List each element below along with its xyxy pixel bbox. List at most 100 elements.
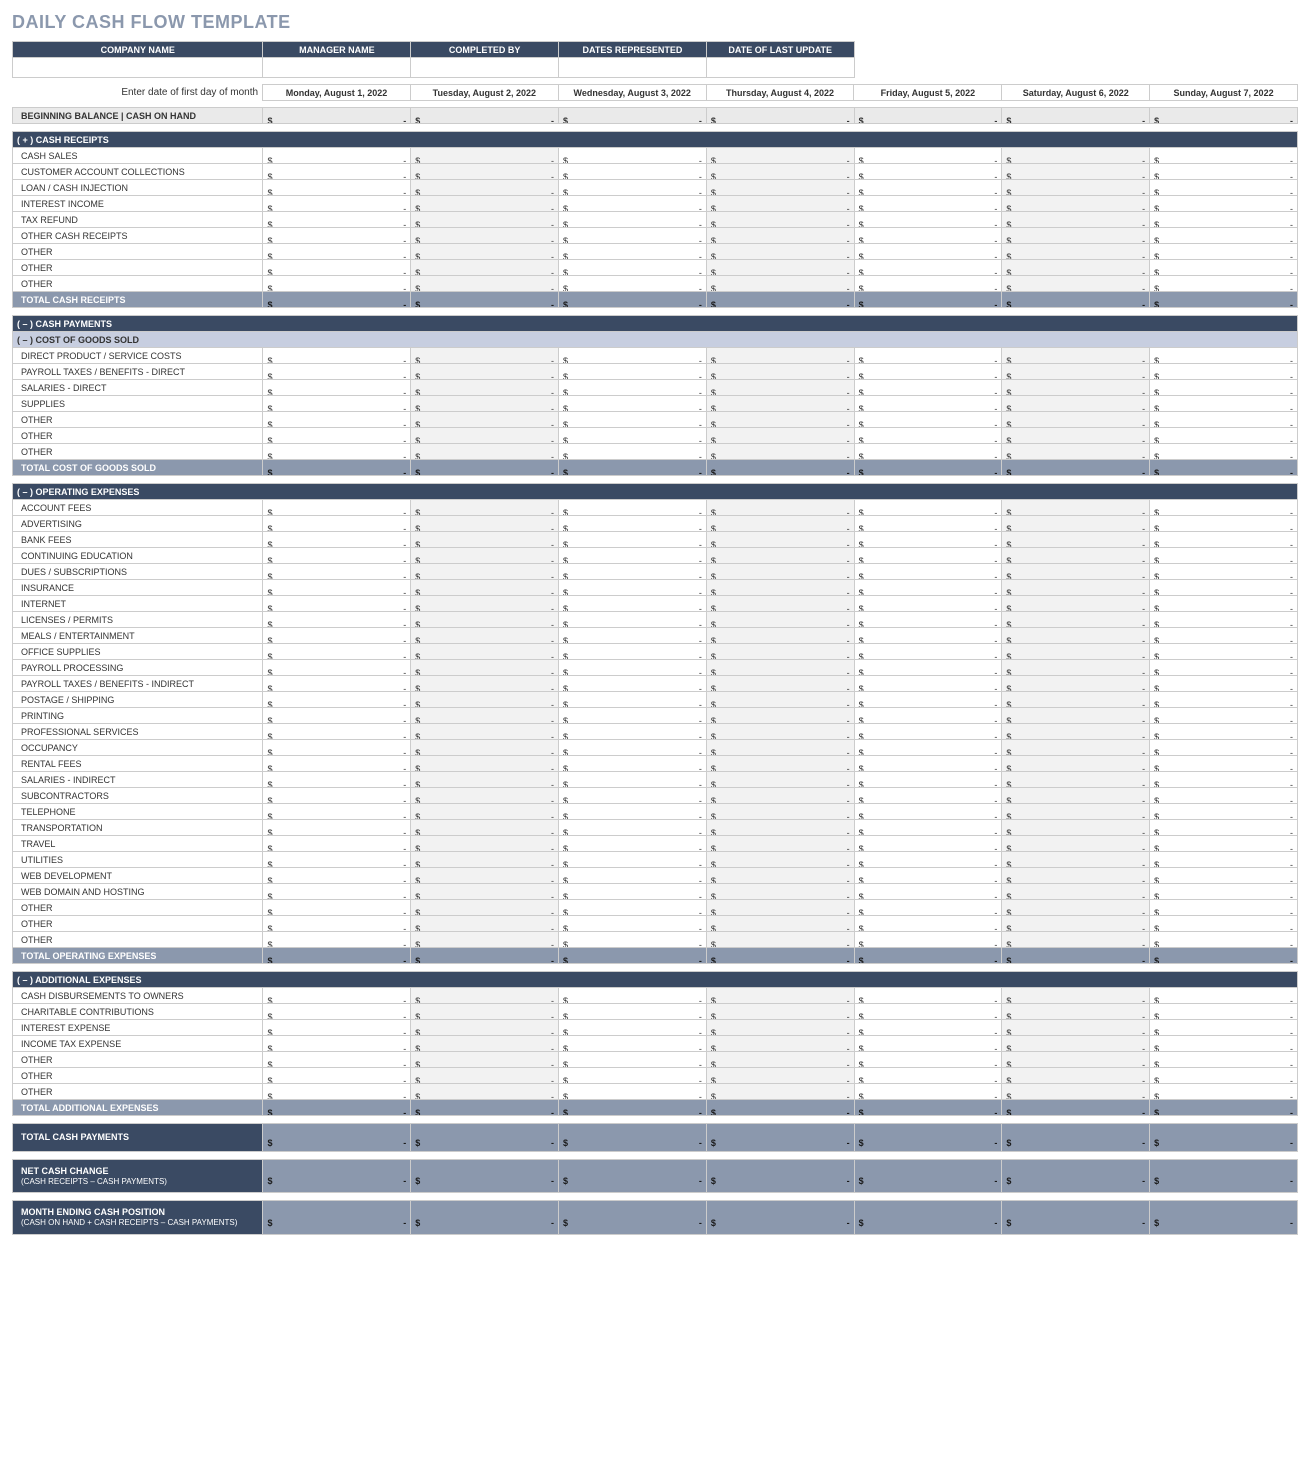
money-cell[interactable]: $- bbox=[854, 1052, 1002, 1068]
money-cell[interactable]: $- bbox=[263, 708, 411, 724]
money-cell[interactable]: $- bbox=[706, 756, 854, 772]
money-cell[interactable]: $- bbox=[411, 836, 559, 852]
money-cell[interactable]: $- bbox=[411, 260, 559, 276]
money-cell[interactable]: $- bbox=[263, 1052, 411, 1068]
money-cell[interactable]: $- bbox=[1150, 228, 1298, 244]
money-cell[interactable]: $- bbox=[263, 1084, 411, 1100]
money-cell[interactable]: $- bbox=[559, 1084, 707, 1100]
money-cell[interactable]: $- bbox=[1002, 564, 1150, 580]
money-cell[interactable]: $- bbox=[854, 260, 1002, 276]
info-input[interactable] bbox=[706, 58, 854, 78]
money-cell[interactable]: $- bbox=[559, 820, 707, 836]
money-cell[interactable]: $- bbox=[1002, 612, 1150, 628]
money-cell[interactable]: $- bbox=[559, 660, 707, 676]
money-cell[interactable]: $- bbox=[1002, 196, 1150, 212]
money-cell[interactable]: $- bbox=[1150, 532, 1298, 548]
money-cell[interactable]: $- bbox=[854, 660, 1002, 676]
money-cell[interactable]: $- bbox=[411, 1084, 559, 1100]
money-cell[interactable]: $- bbox=[854, 516, 1002, 532]
money-cell[interactable]: $- bbox=[854, 868, 1002, 884]
money-cell[interactable]: $- bbox=[559, 444, 707, 460]
money-cell[interactable]: $- bbox=[1002, 756, 1150, 772]
money-cell[interactable]: $- bbox=[1150, 660, 1298, 676]
money-cell[interactable]: $- bbox=[1002, 516, 1150, 532]
money-cell[interactable]: $- bbox=[1002, 900, 1150, 916]
money-cell[interactable]: $- bbox=[263, 628, 411, 644]
date-header[interactable]: Sunday, August 7, 2022 bbox=[1150, 85, 1298, 101]
money-cell[interactable]: $- bbox=[706, 804, 854, 820]
money-cell[interactable]: $- bbox=[854, 444, 1002, 460]
money-cell[interactable]: $- bbox=[706, 1020, 854, 1036]
money-cell[interactable]: $- bbox=[411, 212, 559, 228]
money-cell[interactable]: $- bbox=[411, 868, 559, 884]
money-cell[interactable]: $- bbox=[706, 724, 854, 740]
money-cell[interactable]: $- bbox=[854, 740, 1002, 756]
money-cell[interactable]: $- bbox=[559, 596, 707, 612]
money-cell[interactable]: $- bbox=[559, 1004, 707, 1020]
money-cell[interactable]: $- bbox=[1002, 820, 1150, 836]
money-cell[interactable]: $- bbox=[411, 628, 559, 644]
money-cell[interactable]: $- bbox=[1150, 628, 1298, 644]
money-cell[interactable]: $- bbox=[706, 820, 854, 836]
money-cell[interactable]: $- bbox=[411, 1020, 559, 1036]
money-cell[interactable]: $- bbox=[706, 148, 854, 164]
money-cell[interactable]: $- bbox=[706, 836, 854, 852]
money-cell[interactable]: $- bbox=[559, 836, 707, 852]
money-cell[interactable]: $- bbox=[1150, 756, 1298, 772]
money-cell[interactable]: $- bbox=[706, 228, 854, 244]
money-cell[interactable]: $- bbox=[1150, 500, 1298, 516]
money-cell[interactable]: $- bbox=[706, 772, 854, 788]
money-cell[interactable]: $- bbox=[263, 1068, 411, 1084]
money-cell[interactable]: $- bbox=[411, 820, 559, 836]
money-cell[interactable]: $- bbox=[854, 988, 1002, 1004]
money-cell[interactable]: $- bbox=[559, 852, 707, 868]
date-header[interactable]: Monday, August 1, 2022 bbox=[263, 85, 411, 101]
money-cell[interactable]: $- bbox=[263, 212, 411, 228]
money-cell[interactable]: $- bbox=[559, 516, 707, 532]
money-cell[interactable]: $- bbox=[1150, 412, 1298, 428]
money-cell[interactable]: $- bbox=[411, 852, 559, 868]
money-cell[interactable]: $- bbox=[263, 772, 411, 788]
money-cell[interactable]: $- bbox=[263, 988, 411, 1004]
money-cell[interactable]: $- bbox=[411, 660, 559, 676]
money-cell[interactable]: $- bbox=[1150, 516, 1298, 532]
money-cell[interactable]: $- bbox=[559, 196, 707, 212]
money-cell[interactable]: $- bbox=[1150, 900, 1298, 916]
money-cell[interactable]: $- bbox=[263, 724, 411, 740]
money-cell[interactable]: $- bbox=[706, 244, 854, 260]
money-cell[interactable]: $- bbox=[1002, 692, 1150, 708]
money-cell[interactable]: $- bbox=[263, 868, 411, 884]
money-cell[interactable]: $- bbox=[263, 564, 411, 580]
money-cell[interactable]: $- bbox=[1150, 348, 1298, 364]
money-cell[interactable]: $- bbox=[411, 500, 559, 516]
money-cell[interactable]: $- bbox=[1150, 276, 1298, 292]
money-cell[interactable]: $- bbox=[1150, 724, 1298, 740]
money-cell[interactable]: $- bbox=[854, 596, 1002, 612]
money-cell[interactable]: $- bbox=[1150, 932, 1298, 948]
money-cell[interactable]: $- bbox=[854, 676, 1002, 692]
money-cell[interactable]: $- bbox=[411, 708, 559, 724]
money-cell[interactable]: $- bbox=[854, 196, 1002, 212]
money-cell[interactable]: $- bbox=[854, 212, 1002, 228]
money-cell[interactable]: $- bbox=[559, 212, 707, 228]
money-cell[interactable]: $- bbox=[1150, 988, 1298, 1004]
money-cell[interactable]: $- bbox=[1002, 644, 1150, 660]
money-cell[interactable]: $- bbox=[411, 428, 559, 444]
money-cell[interactable]: $- bbox=[559, 900, 707, 916]
money-cell[interactable]: $- bbox=[411, 612, 559, 628]
money-cell[interactable]: $- bbox=[706, 164, 854, 180]
money-cell[interactable]: $- bbox=[559, 1052, 707, 1068]
money-cell[interactable]: $- bbox=[854, 412, 1002, 428]
money-cell[interactable]: $- bbox=[706, 548, 854, 564]
money-cell[interactable]: $- bbox=[411, 196, 559, 212]
money-cell[interactable]: $- bbox=[411, 380, 559, 396]
money-cell[interactable]: $- bbox=[1002, 916, 1150, 932]
money-cell[interactable]: $- bbox=[1002, 548, 1150, 564]
money-cell[interactable]: $- bbox=[706, 1004, 854, 1020]
money-cell[interactable]: $- bbox=[559, 932, 707, 948]
money-cell[interactable]: $- bbox=[411, 884, 559, 900]
money-cell[interactable]: $- bbox=[706, 916, 854, 932]
money-cell[interactable]: $- bbox=[706, 1068, 854, 1084]
money-cell[interactable]: $- bbox=[559, 148, 707, 164]
money-cell[interactable]: $- bbox=[1150, 1052, 1298, 1068]
